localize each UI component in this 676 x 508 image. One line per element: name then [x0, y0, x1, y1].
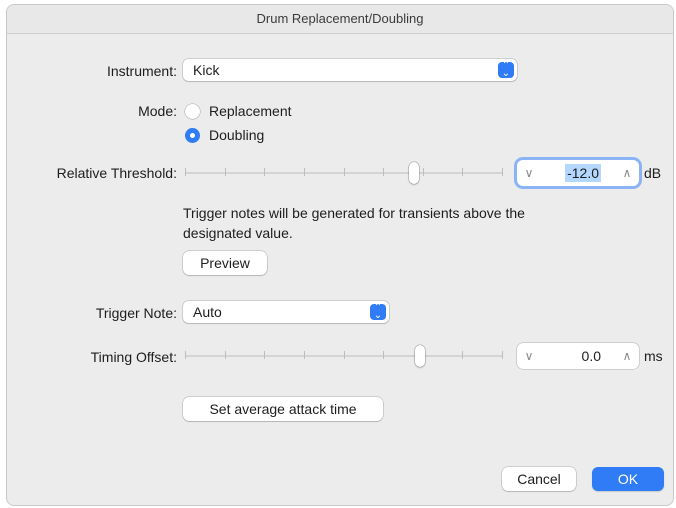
trigger-note-popup[interactable]: Auto ⌃ ⌄	[183, 301, 389, 323]
trigger-note-value: Auto	[193, 304, 222, 320]
slider-tick	[502, 168, 503, 176]
chevron-down-icon[interactable]: ∨	[519, 160, 539, 186]
chevron-up-icon[interactable]: ∧	[617, 343, 637, 369]
popup-arrows-icon: ⌃ ⌄	[370, 303, 386, 321]
timing-offset-stepper[interactable]: ∨ 0.0 ∧	[517, 343, 639, 369]
slider-tick	[304, 168, 305, 176]
slider-tick	[344, 351, 345, 359]
slider-tick	[225, 168, 226, 176]
relative-threshold-value[interactable]: -12.0	[565, 164, 601, 182]
slider-thumb[interactable]	[409, 162, 419, 184]
slider-tick	[264, 168, 265, 176]
window-title: Drum Replacement/Doubling	[7, 5, 673, 34]
cancel-button[interactable]: Cancel	[502, 467, 576, 491]
mode-doubling-radio[interactable]	[185, 128, 200, 143]
relative-threshold-stepper[interactable]: ∨ -12.0 ∧	[517, 160, 639, 186]
instrument-label: Instrument:	[106, 63, 177, 79]
instrument-value: Kick	[193, 62, 220, 78]
slider-tick	[185, 351, 186, 359]
chevron-down-icon[interactable]: ∨	[519, 343, 539, 369]
timing-offset-unit: ms	[644, 348, 663, 364]
mode-replacement-label: Replacement	[209, 103, 292, 119]
slider-tick	[502, 351, 503, 359]
relative-threshold-slider[interactable]	[185, 162, 503, 184]
preview-button[interactable]: Preview	[183, 251, 267, 275]
ok-button[interactable]: OK	[592, 467, 664, 491]
timing-offset-label: Timing Offset:	[90, 349, 177, 365]
drum-replacement-dialog: Drum Replacement/Doubling Instrument: Ki…	[6, 4, 674, 506]
slider-tick	[344, 168, 345, 176]
timing-offset-value[interactable]: 0.0	[582, 347, 601, 365]
slider-tick	[383, 351, 384, 359]
info-text-line-1: Trigger notes will be generated for tran…	[183, 205, 525, 221]
instrument-popup[interactable]: Kick ⌃ ⌄	[183, 59, 517, 81]
slider-tick	[185, 168, 186, 176]
set-average-attack-time-button[interactable]: Set average attack time	[183, 397, 383, 421]
chevron-up-icon[interactable]: ∧	[617, 160, 637, 186]
relative-threshold-unit: dB	[644, 165, 662, 181]
slider-tick	[462, 168, 463, 176]
slider-tick	[383, 168, 384, 176]
relative-threshold-label: Relative Threshold:	[56, 165, 177, 181]
slider-tick	[304, 351, 305, 359]
slider-tick	[225, 351, 226, 359]
slider-tick	[423, 168, 424, 176]
mode-replacement-radio[interactable]	[185, 104, 200, 119]
mode-doubling-label: Doubling	[209, 127, 265, 143]
timing-offset-slider[interactable]	[185, 345, 503, 367]
slider-tick	[462, 351, 463, 359]
slider-thumb[interactable]	[415, 345, 425, 367]
popup-arrows-icon: ⌃ ⌄	[498, 61, 514, 79]
info-text-line-2: designated value.	[183, 225, 293, 241]
mode-label: Mode:	[138, 103, 177, 119]
trigger-note-label: Trigger Note:	[95, 305, 177, 321]
slider-tick	[264, 351, 265, 359]
